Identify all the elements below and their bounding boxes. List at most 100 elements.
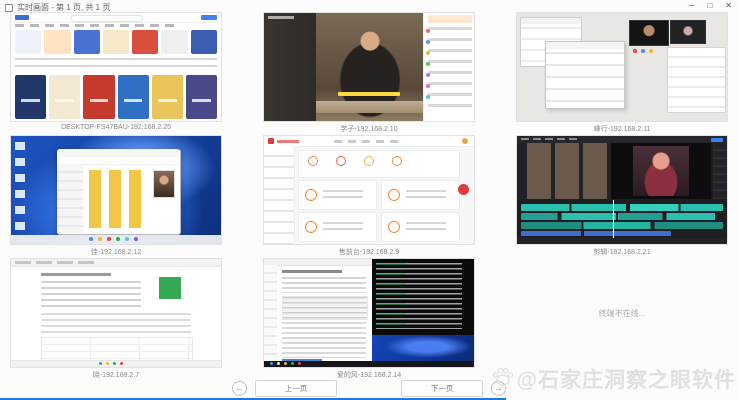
mock-banner-cards [15,30,217,54]
mock-poster [152,75,183,119]
mock-mini-sidebar [264,265,277,361]
mock-card [74,30,100,54]
offline-placeholder: 终端不在线... [516,258,728,368]
mock-tabs [15,261,95,264]
screen-label: 佳-192.168.2.12 [10,245,222,259]
prev-page-button[interactable]: 上一页 [255,380,337,397]
mock-taskbar [11,235,221,244]
mock-category-links [15,58,217,72]
mock-window [545,41,625,109]
mock-timeline-track [521,204,723,211]
mock-media-bin [527,143,611,199]
window-controls: ─ □ ✕ [689,1,732,11]
mock-window-sidebar [57,164,83,233]
paw-logo-text: du [499,386,508,392]
mock-text-block [41,313,191,333]
screen-label: 剪辑-192.168.2.21 [516,245,728,259]
mock-icon-dots [633,49,637,53]
mock-statusbar [517,238,727,244]
mock-desktop-icons [15,142,25,234]
mock-taskbar-icons [99,362,102,365]
minimize-button[interactable]: ─ [689,1,695,11]
screen-thumbnail-live-video[interactable] [263,12,475,122]
screen-thumbnail-multiwindow-desktop[interactable] [516,12,728,122]
mock-table [41,337,193,361]
mock-poster [83,75,114,119]
mock-taskbar-icons [270,362,273,365]
screen-thumbnail-windows-explorer[interactable] [10,135,222,245]
mock-navlinks [15,24,175,27]
mock-card [44,30,70,54]
screen-thumbnail-video-editor[interactable] [516,135,728,245]
screen-cell: 峰行-192.168.2.11 [516,12,728,135]
mock-terminal-green-lines [376,263,406,329]
mock-photo-thumb [153,170,175,198]
screen-thumbnail-article-terminal[interactable] [263,258,475,368]
screen-grid: DESKTOP-FS47BAU-192.168.2.25 学子-192.168.… [10,12,728,381]
close-button[interactable]: ✕ [725,1,732,11]
mock-tool-strip [517,143,527,199]
watermark-text: @石家庄洞察之眼软件 [517,364,736,394]
mock-card [298,180,377,210]
screen-cell: 佳-192.168.2.12 [10,135,222,258]
screen-cell: 爱的风-192.168.2.14 [263,258,475,381]
mock-searchbox [71,15,143,22]
next-page-button[interactable]: 下一页 [401,380,483,397]
mock-overlay-text [268,16,294,19]
mock-text-block [41,281,141,307]
mock-folder-grid [89,170,149,228]
mock-card [132,30,158,54]
mock-circle-icon [364,156,374,166]
screen-cell: 售前台-192.168.2.9 [263,135,475,258]
mock-desk [316,101,424,113]
screen-cell: 剪辑-192.168.2.21 [516,135,728,258]
mock-card [103,30,129,54]
screen-cell: 学子-192.168.2.10 [263,12,475,135]
mock-circle-icon [308,156,318,166]
mock-export-button [711,138,723,142]
app-window-icon [5,4,13,12]
mock-card [191,30,217,54]
mock-green-image [159,277,181,299]
screen-cell-offline: 终端不在线... [516,258,728,381]
mock-menu-text [521,138,581,140]
mock-playhead [613,200,614,240]
mock-video-tile [670,20,706,44]
mock-circle-icon [392,156,402,166]
mock-taskbar-icons [89,237,93,241]
screen-label: DESKTOP-FS47BAU-192.168.2.25 [10,122,222,136]
mock-blue-wallpaper [372,335,474,361]
mock-logo-text [277,140,299,143]
mock-poster [49,75,80,119]
mock-code-block [282,296,368,320]
screen-thumbnail-document-page[interactable] [10,258,222,368]
screen-thumbnail-admin-dashboard[interactable] [263,135,475,245]
mock-summary-card [298,150,460,178]
mock-article-heading [282,270,342,273]
mock-address-bar [264,259,372,266]
screen-thumbnail-design-website[interactable] [10,12,222,122]
maximize-button[interactable]: □ [707,1,712,11]
paw-icon: du [491,367,515,391]
mock-taskbar [264,361,474,367]
mock-chat-banner [428,15,472,23]
mock-red-badge [458,184,469,195]
offline-text: 终端不在线... [599,308,646,319]
mock-card [381,212,460,242]
mock-heading [41,273,111,276]
mock-top-menu [334,140,404,143]
mock-subtitle-bar [338,92,400,96]
mock-taskbar [11,360,221,367]
screen-label: 学子-192.168.2.10 [263,122,475,136]
mock-side-panel [667,47,726,113]
mock-avatar-dots [426,29,430,33]
mock-card [15,30,41,54]
mock-article-text [282,277,366,293]
mock-timeline-track [521,222,723,229]
prev-arrow-icon[interactable]: ← [232,381,247,396]
mock-poster [118,75,149,119]
mock-timeline-track [521,231,671,236]
mock-sidebar [264,146,295,244]
mock-blur-edge [264,13,320,121]
watermark: du @石家庄洞察之眼软件 [491,364,736,394]
